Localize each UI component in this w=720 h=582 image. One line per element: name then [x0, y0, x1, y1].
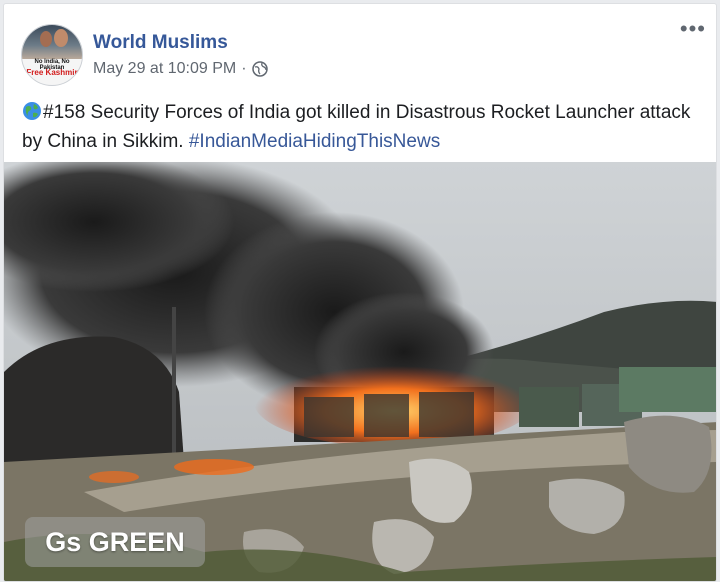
post-photo[interactable]: Gs GREEN [4, 152, 716, 581]
avatar-person-2 [54, 29, 68, 47]
post-meta: May 29 at 10:09 PM · [93, 60, 268, 78]
avatar-person-1 [40, 31, 52, 47]
page-avatar[interactable]: No India, No Pakistan Free Kashmir [21, 24, 83, 86]
post-timestamp[interactable]: May 29 at 10:09 PM [93, 60, 236, 78]
hashtag-link[interactable]: #IndianMediaHidingThisNews [189, 131, 440, 152]
page-name-link[interactable]: World Muslims [93, 32, 228, 54]
meta-separator: · [241, 60, 247, 77]
facebook-post-card: No India, No Pakistan Free Kashmir World… [3, 3, 717, 582]
avatar-photo [22, 25, 82, 59]
avatar-caption-line-2: Free Kashmir [26, 68, 78, 77]
photo-watermark: Gs GREEN [25, 517, 205, 567]
globe-icon[interactable] [251, 61, 268, 77]
post-text: #158 Security Forces of India got killed… [22, 98, 712, 156]
more-options-button[interactable]: ••• [680, 18, 706, 40]
globe-emoji-icon [23, 102, 41, 120]
